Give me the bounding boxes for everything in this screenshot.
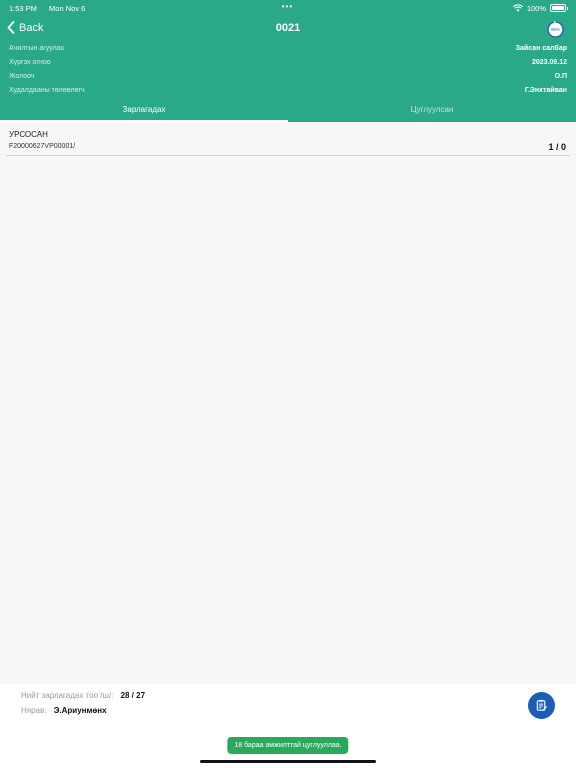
status-bar: 1:53 PM Mon Nov 6 ••• 100% (9, 2, 568, 14)
total-value: 28 / 27 (120, 691, 146, 700)
status-time: 1:53 PM (9, 3, 37, 13)
progress-label: 96% (551, 27, 560, 32)
info-row-sales-rep: Худалдааны төлөөлөгч Г.Энхтайван (9, 83, 567, 97)
summary-footer: Нийт зарлагадах тоо /ш/: 28 / 27 Нярав: … (0, 684, 576, 768)
info-label: Ачилтын агуулах (9, 44, 65, 52)
info-row-delivery-date: Хүргэх огноо 2023.09.12 (9, 55, 567, 69)
info-label: Худалдааны төлөөлөгч (9, 86, 85, 94)
info-row-driver: Жолооч О.П (9, 69, 567, 83)
battery-icon (550, 4, 568, 12)
status-date: Mon Nov 6 (49, 3, 86, 13)
info-row-warehouse: Ачилтын агуулах Зайсан салбар (9, 41, 567, 55)
info-value: О.П (554, 72, 567, 80)
info-value: 2023.09.12 (531, 58, 567, 66)
multitask-dots[interactable]: ••• (282, 2, 293, 11)
clipboard-icon (536, 699, 548, 711)
tab-bar: Зарлагадах Цуглуулсан (0, 100, 576, 122)
checker-label: Нярав: (21, 706, 47, 715)
checker-row: Нярав: Э.Ариунмөнх (21, 706, 107, 715)
status-right: 100% (512, 3, 568, 13)
item-list: УРСОСАН F20000627VP00001/ 1 / 0 (0, 122, 576, 684)
nav-bar: Back 0021 96% (0, 19, 576, 39)
battery-percent: 100% (526, 3, 546, 13)
home-indicator[interactable] (200, 760, 376, 763)
item-name: УРСОСАН (9, 130, 48, 139)
status-left: 1:53 PM Mon Nov 6 (9, 4, 95, 13)
success-toast: 18 бараа амжилттай цуглууллаа. (227, 737, 349, 754)
wifi-icon (512, 4, 523, 12)
checker-value: Э.Ариунмөнх (53, 706, 107, 715)
item-count: 1 / 0 (548, 142, 566, 152)
progress-ring: 96% (547, 21, 564, 38)
list-item[interactable]: УРСОСАН F20000627VP00001/ 1 / 0 (6, 128, 570, 156)
info-label: Жолооч (9, 72, 35, 80)
page-title: 0021 (275, 22, 301, 34)
app-header: 1:53 PM Mon Nov 6 ••• 100% Back 0021 96% (0, 0, 576, 122)
total-label: Нийт зарлагадах тоо /ш/: (21, 691, 114, 700)
tab-outgoing[interactable]: Зарлагадах (0, 100, 288, 122)
clipboard-fab-button[interactable] (528, 692, 555, 719)
info-value: Г.Энхтайван (524, 86, 567, 94)
total-row: Нийт зарлагадах тоо /ш/: 28 / 27 (21, 691, 145, 700)
item-code: F20000627VP00001/ (9, 143, 76, 150)
order-info: Ачилтын агуулах Зайсан салбар Хүргэх огн… (9, 41, 567, 97)
info-value: Зайсан салбар (515, 44, 567, 52)
tab-collected[interactable]: Цуглуулсан (288, 100, 576, 122)
info-label: Хүргэх огноо (9, 58, 51, 66)
